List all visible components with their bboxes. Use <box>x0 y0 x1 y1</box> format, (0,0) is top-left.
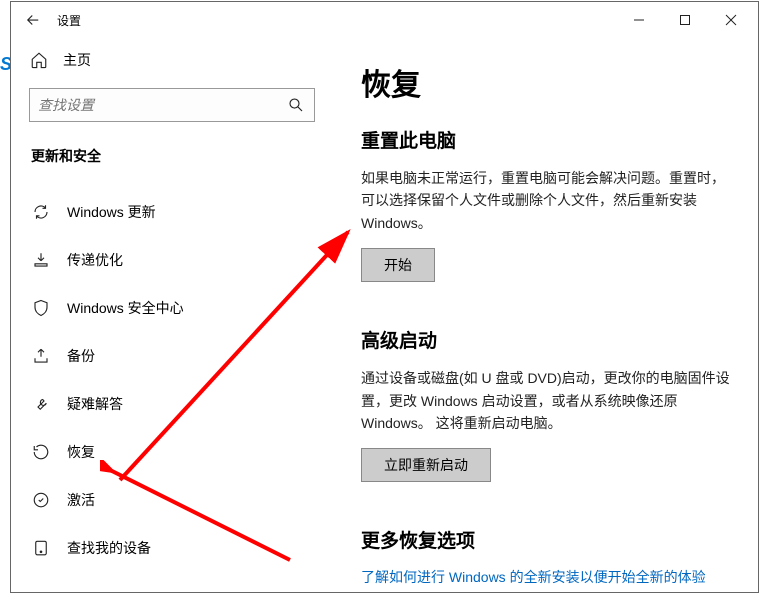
update-icon <box>31 203 51 221</box>
window-controls <box>616 4 754 36</box>
settings-window: 设置 主页 <box>10 1 759 593</box>
restart-now-button[interactable]: 立即重新启动 <box>361 448 491 482</box>
sidebar-item-troubleshoot[interactable]: 疑难解答 <box>29 380 315 428</box>
more-heading: 更多恢复选项 <box>361 526 730 553</box>
sidebar-item-find-device[interactable]: 查找我的设备 <box>29 524 315 572</box>
shield-icon <box>31 299 51 317</box>
reset-start-button[interactable]: 开始 <box>361 248 435 282</box>
maximize-button[interactable] <box>662 4 708 36</box>
sidebar-item-label: 查找我的设备 <box>67 538 151 558</box>
sidebar: 主页 更新和安全 Windows 更新 传递优化 <box>11 38 333 592</box>
home-icon <box>29 51 49 69</box>
nav-list: Windows 更新 传递优化 Windows 安全中心 备份 疑难解答 <box>29 188 315 572</box>
reset-description: 如果电脑未正常运行，重置电脑可能会解决问题。重置时，可以选择保留个人文件或删除个… <box>361 167 730 234</box>
titlebar: 设置 <box>11 2 758 38</box>
window-title: 设置 <box>57 12 81 29</box>
sidebar-item-label: 备份 <box>67 346 95 366</box>
sidebar-item-label: Windows 安全中心 <box>67 298 184 318</box>
advanced-heading: 高级启动 <box>361 326 730 353</box>
reset-heading: 重置此电脑 <box>361 126 730 153</box>
activation-icon <box>31 491 51 509</box>
sidebar-item-label: 激活 <box>67 490 95 510</box>
search-input[interactable] <box>38 97 286 113</box>
close-icon <box>725 14 737 26</box>
main-panel: 恢复 重置此电脑 如果电脑未正常运行，重置电脑可能会解决问题。重置时，可以选择保… <box>333 38 758 592</box>
sidebar-item-windows-update[interactable]: Windows 更新 <box>29 188 315 236</box>
back-button[interactable] <box>15 2 51 38</box>
advanced-description: 通过设备或磁盘(如 U 盘或 DVD)启动，更改你的电脑固件设置，更改 Wind… <box>361 367 730 434</box>
delivery-icon <box>31 251 51 269</box>
maximize-icon <box>679 14 691 26</box>
backup-icon <box>31 347 51 365</box>
search-box[interactable] <box>29 88 315 122</box>
home-link[interactable]: 主页 <box>29 50 315 70</box>
find-device-icon <box>31 539 51 557</box>
sidebar-item-label: 疑难解答 <box>67 394 123 414</box>
home-label: 主页 <box>63 50 91 70</box>
minimize-button[interactable] <box>616 4 662 36</box>
recovery-icon <box>31 443 51 461</box>
minimize-icon <box>633 14 645 26</box>
page-title: 恢复 <box>361 60 730 104</box>
sidebar-item-security[interactable]: Windows 安全中心 <box>29 284 315 332</box>
sidebar-item-label: 传递优化 <box>67 250 123 270</box>
sidebar-item-delivery-optimization[interactable]: 传递优化 <box>29 236 315 284</box>
search-icon <box>286 96 306 114</box>
fresh-install-link[interactable]: 了解如何进行 Windows 的全新安装以便开始全新的体验 <box>361 567 730 587</box>
sidebar-item-backup[interactable]: 备份 <box>29 332 315 380</box>
sidebar-item-activation[interactable]: 激活 <box>29 476 315 524</box>
sidebar-section-header: 更新和安全 <box>29 146 315 166</box>
close-button[interactable] <box>708 4 754 36</box>
wrench-icon <box>31 395 51 413</box>
sidebar-item-label: Windows 更新 <box>67 202 156 222</box>
content-area: 主页 更新和安全 Windows 更新 传递优化 <box>11 38 758 592</box>
sidebar-item-recovery[interactable]: 恢复 <box>29 428 315 476</box>
arrow-left-icon <box>24 11 42 29</box>
sidebar-item-label: 恢复 <box>67 442 95 462</box>
